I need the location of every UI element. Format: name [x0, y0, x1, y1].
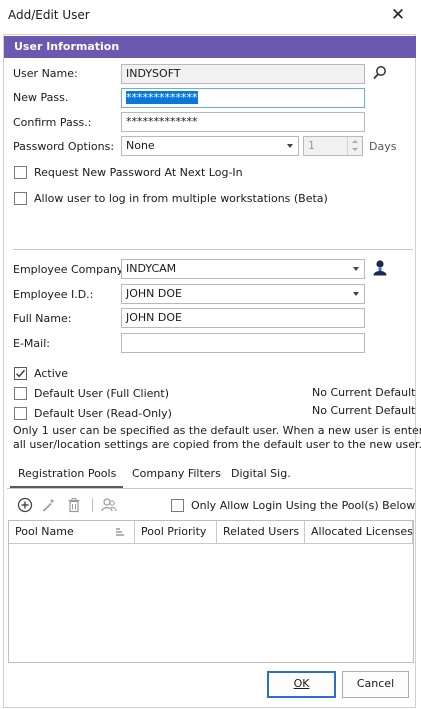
- password-options-label: Password Options:: [13, 140, 115, 153]
- default-readonly-checkbox[interactable]: [14, 407, 27, 420]
- chevron-down-icon: [287, 144, 293, 148]
- tab-registration-pools[interactable]: Registration Pools: [18, 467, 116, 480]
- search-icon[interactable]: [372, 65, 388, 81]
- title-bar: Add/Edit User ✕: [0, 0, 421, 32]
- sort-icon[interactable]: [115, 527, 125, 537]
- tab-company-filters[interactable]: Company Filters: [132, 467, 221, 480]
- request-new-password-checkbox[interactable]: [14, 166, 27, 179]
- employee-id-label: Employee I.D.:: [13, 288, 94, 301]
- days-label: Days: [369, 140, 397, 153]
- column-header-allocated-licenses[interactable]: Allocated Licenses: [305, 521, 413, 543]
- users-icon[interactable]: [101, 497, 117, 513]
- default-note-line2: all user/location settings are copied fr…: [13, 438, 421, 451]
- cancel-button[interactable]: Cancel: [342, 671, 409, 698]
- pools-grid-header: Pool Name Pool Priority Related Users Al…: [9, 521, 413, 544]
- column-header-pool-priority[interactable]: Pool Priority: [135, 521, 217, 543]
- email-field[interactable]: [121, 333, 365, 353]
- password-options-select[interactable]: None: [121, 136, 299, 156]
- user-name-label: User Name:: [13, 67, 78, 80]
- cancel-button-label: Cancel: [356, 677, 395, 690]
- new-pass-label: New Pass.: [13, 91, 69, 104]
- default-note-line1: Only 1 user can be specified as the defa…: [13, 424, 421, 437]
- spin-down-icon[interactable]: [352, 148, 358, 151]
- ok-button-label: OK: [293, 677, 310, 690]
- new-pass-field[interactable]: *************: [121, 88, 365, 108]
- only-allow-login-checkbox[interactable]: [171, 499, 184, 512]
- request-new-password-label: Request New Password At Next Log-In: [34, 166, 243, 179]
- spin-buttons[interactable]: [347, 137, 362, 155]
- add-icon[interactable]: [17, 497, 33, 513]
- default-full-client-label: Default User (Full Client): [34, 387, 169, 400]
- tab-strip-line: [7, 488, 413, 489]
- window-title: Add/Edit User: [8, 8, 90, 22]
- chevron-down-icon: [353, 292, 359, 296]
- multi-workstation-label: Allow user to log in from multiple works…: [34, 192, 328, 205]
- column-header-label: Pool Name: [15, 525, 74, 538]
- confirm-pass-label: Confirm Pass.:: [13, 116, 92, 129]
- confirm-pass-field[interactable]: *************: [121, 112, 365, 132]
- password-options-value: None: [126, 139, 155, 152]
- wand-icon[interactable]: [41, 497, 57, 513]
- spin-up-icon[interactable]: [352, 140, 358, 143]
- only-allow-login-label: Only Allow Login Using the Pool(s) Below: [191, 499, 416, 512]
- active-checkbox[interactable]: [14, 367, 27, 380]
- tab-digital-sig[interactable]: Digital Sig.: [231, 467, 291, 480]
- user-information-header: User Information: [4, 36, 416, 58]
- check-icon: [16, 369, 26, 378]
- employee-company-value: INDYCAM: [126, 262, 177, 275]
- default-readonly-status: No Current Default: [312, 404, 416, 417]
- toolbar-separator: [92, 498, 93, 512]
- ok-button[interactable]: OK: [267, 671, 336, 698]
- full-name-label: Full Name:: [13, 312, 72, 325]
- days-value: 1: [308, 139, 315, 152]
- column-header-pool-name[interactable]: Pool Name: [9, 521, 135, 543]
- user-name-field[interactable]: INDYSOFT: [121, 64, 365, 84]
- default-full-client-checkbox[interactable]: [14, 387, 27, 400]
- column-header-related-users[interactable]: Related Users: [217, 521, 305, 543]
- default-readonly-label: Default User (Read-Only): [34, 407, 172, 420]
- employee-company-label: Employee Company.: [13, 263, 126, 276]
- close-icon[interactable]: ✕: [389, 6, 407, 24]
- employee-id-select[interactable]: JOHN DOE: [121, 284, 365, 304]
- default-full-client-status: No Current Default: [312, 386, 416, 399]
- full-name-field[interactable]: JOHN DOE: [121, 308, 365, 328]
- employee-id-value: JOHN DOE: [126, 287, 182, 300]
- email-label: E-Mail:: [13, 337, 50, 350]
- divider: [13, 249, 413, 250]
- trash-icon[interactable]: [66, 497, 82, 513]
- days-stepper[interactable]: 1: [303, 136, 363, 156]
- person-icon[interactable]: [372, 259, 388, 277]
- new-pass-value: *************: [126, 91, 198, 104]
- employee-company-select[interactable]: INDYCAM: [121, 259, 365, 279]
- pools-grid[interactable]: Pool Name Pool Priority Related Users Al…: [8, 520, 414, 663]
- active-label: Active: [34, 367, 69, 380]
- chevron-down-icon: [353, 267, 359, 271]
- multi-workstation-checkbox[interactable]: [14, 192, 27, 205]
